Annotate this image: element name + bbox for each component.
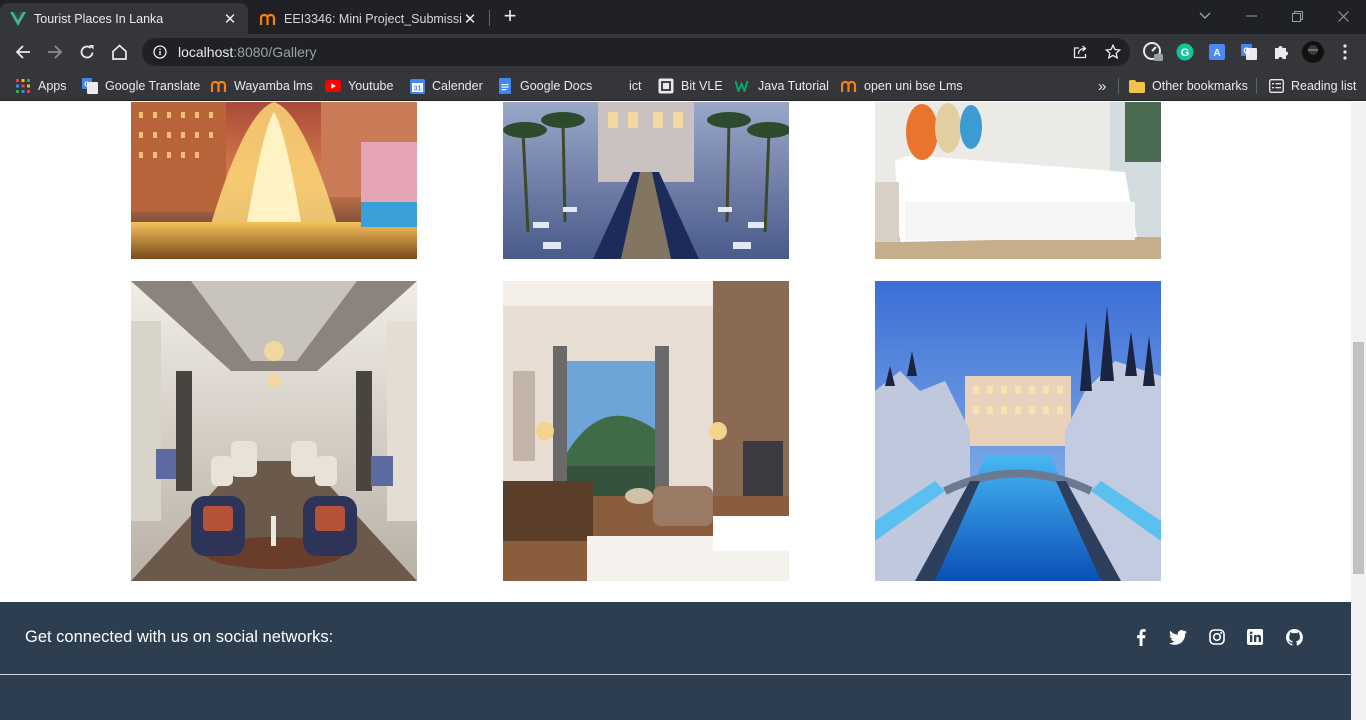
bookmarks-divider: [1118, 78, 1119, 94]
reading-list-button[interactable]: Reading list: [1268, 76, 1356, 96]
bookmark-google-docs[interactable]: Google Docs: [497, 76, 592, 96]
instagram-icon[interactable]: [1207, 627, 1227, 647]
w3schools-icon: [735, 78, 751, 94]
tab-title: Tourist Places In Lanka: [34, 11, 164, 26]
tab-divider: [489, 10, 490, 26]
google-translate-icon: G: [82, 78, 98, 94]
tab-title: EEI3346: Mini Project_Submission: [284, 11, 462, 26]
footer-social-text: Get connected with us on social networks…: [25, 628, 334, 646]
gallery-image-hotel-lounge[interactable]: [131, 281, 417, 581]
reading-list-icon: [1268, 78, 1284, 94]
bookmark-label: Bit VLE: [681, 79, 723, 93]
new-tab-icon[interactable]: +: [500, 5, 520, 27]
bookmark-apps[interactable]: Apps: [15, 76, 67, 96]
gallery-image-palace-hotel-pool[interactable]: [875, 281, 1161, 581]
bookmark-label: Java Tutorial: [758, 79, 829, 93]
svg-text:G: G: [1243, 47, 1249, 56]
gallery-image-fountain-hotel[interactable]: [131, 102, 417, 259]
apps-grid-icon: [15, 78, 31, 94]
tab-tourist-places[interactable]: Tourist Places In Lanka ✕: [0, 3, 248, 34]
reload-icon[interactable]: [73, 38, 101, 66]
gallery-image-palm-pool-courtyard[interactable]: [503, 102, 789, 259]
moodle-icon: [211, 78, 227, 94]
bookmarks-overflow-button[interactable]: »: [1098, 76, 1106, 96]
facebook-icon[interactable]: [1131, 627, 1151, 647]
bookmark-label: Wayamba lms: [234, 79, 313, 93]
close-window-icon[interactable]: [1320, 4, 1366, 28]
bookmark-open-uni-bse-lms[interactable]: open uni bse Lms: [841, 76, 963, 96]
tab-mini-project[interactable]: EEI3346: Mini Project_Submission ✕: [250, 3, 488, 34]
moodle-icon: [260, 11, 276, 27]
bookmark-bit-vle[interactable]: Bit VLE: [658, 76, 723, 96]
bookmarks-divider: [1256, 78, 1257, 94]
bookmark-label: Youtube: [348, 79, 394, 93]
svg-text:G: G: [1181, 47, 1190, 59]
calendar-icon: 31: [409, 78, 425, 94]
back-icon[interactable]: [9, 38, 37, 66]
linkedin-icon[interactable]: [1245, 627, 1265, 647]
folder-icon: [1129, 78, 1145, 94]
bookmark-label: ict: [629, 79, 642, 93]
svg-text:31: 31: [413, 85, 421, 92]
tab-strip: Tourist Places In Lanka ✕ EEI3346: Mini …: [0, 0, 1366, 34]
menu-kebab-icon[interactable]: [1333, 40, 1357, 64]
vue-icon: [10, 11, 26, 27]
bookmark-google-translate[interactable]: G Google Translate: [82, 76, 200, 96]
home-icon[interactable]: [105, 38, 133, 66]
minimize-icon[interactable]: [1228, 4, 1274, 28]
close-icon[interactable]: ✕: [222, 11, 238, 28]
url-path: :8080/Gallery: [233, 44, 317, 60]
page-scrollbar[interactable]: [1351, 102, 1366, 720]
share-icon[interactable]: [1068, 40, 1092, 64]
bookmark-label: Google Translate: [105, 79, 201, 93]
youtube-icon: [325, 78, 341, 94]
url-host: localhost: [178, 44, 234, 60]
site-footer: Get connected with us on social networks…: [0, 602, 1351, 720]
tab-search-icon[interactable]: [1182, 4, 1228, 28]
bookmark-wayamba-lms[interactable]: Wayamba lms: [211, 76, 313, 96]
bookmark-star-icon[interactable]: [1101, 40, 1125, 64]
gallery-page: Get connected with us on social networks…: [0, 102, 1351, 720]
translate-extension-icon[interactable]: A: [1205, 40, 1229, 64]
browser-toolbar: localhost:8080/Gallery G A G: [0, 34, 1366, 70]
bookmark-label: Apps: [38, 79, 67, 93]
address-bar[interactable]: localhost:8080/Gallery: [142, 38, 1130, 66]
url-text[interactable]: localhost:8080/Gallery: [178, 44, 317, 60]
google-docs-icon: [497, 78, 513, 94]
gallery-image-hotel-bedroom[interactable]: [503, 281, 789, 581]
bookmark-java-tutorial[interactable]: Java Tutorial: [735, 76, 829, 96]
bookmark-label: Google Docs: [520, 79, 593, 93]
bookmark-youtube[interactable]: Youtube: [325, 76, 393, 96]
bit-vle-icon: [658, 78, 674, 94]
info-icon[interactable]: [152, 44, 168, 60]
extension-speedometer-icon[interactable]: [1141, 40, 1165, 64]
other-bookmarks-folder[interactable]: Other bookmarks: [1129, 76, 1248, 96]
github-icon[interactable]: [1284, 627, 1304, 647]
bookmark-label: Calender: [432, 79, 483, 93]
moodle-icon: [841, 78, 857, 94]
bookmark-calender[interactable]: 31 Calender: [409, 76, 483, 96]
extensions-puzzle-icon[interactable]: [1269, 40, 1293, 64]
close-icon[interactable]: ✕: [462, 11, 478, 28]
google-translate-icon[interactable]: G: [1237, 40, 1261, 64]
svg-text:A: A: [1213, 48, 1220, 59]
reading-list-label: Reading list: [1291, 79, 1357, 93]
bookmarks-bar: Apps G Google Translate Wayamba lms Yout…: [0, 70, 1366, 101]
other-bookmarks-label: Other bookmarks: [1152, 79, 1248, 93]
bookmark-ict[interactable]: ict: [629, 76, 642, 96]
grammarly-icon[interactable]: G: [1173, 40, 1197, 64]
twitter-icon[interactable]: [1168, 627, 1188, 647]
svg-text:G: G: [84, 82, 90, 89]
footer-divider: [0, 674, 1351, 675]
gallery-image-white-bed[interactable]: [875, 102, 1161, 259]
avatar[interactable]: [1301, 40, 1325, 64]
restore-icon[interactable]: [1274, 4, 1320, 28]
forward-icon[interactable]: [41, 38, 69, 66]
bookmark-label: open uni bse Lms: [864, 79, 963, 93]
scrollbar-thumb[interactable]: [1353, 342, 1364, 574]
